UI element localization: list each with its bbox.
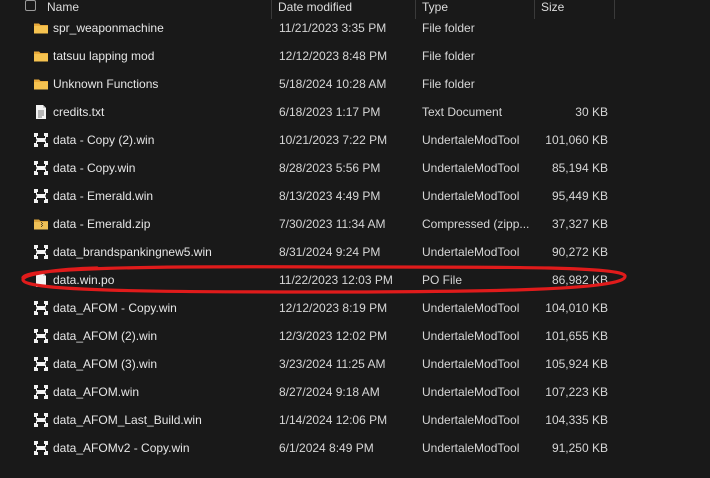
file-date-modified: 12/12/2023 8:48 PM	[279, 49, 388, 63]
file-type: File folder	[422, 77, 475, 91]
file-row[interactable]: data.win.po 11/22/2023 12:03 PM PO File 86,…	[0, 266, 710, 294]
file-size: 91,250 KB	[551, 441, 608, 455]
file-row[interactable]: data - Emerald.win 8/13/2023 4:49 PM Under…	[0, 182, 710, 210]
zip-folder-icon	[33, 216, 49, 232]
file-date-modified: 10/21/2023 7:22 PM	[279, 133, 388, 147]
file-type: UndertaleModTool	[422, 385, 520, 399]
file-size: 107,223 KB	[545, 385, 608, 399]
file-size: 101,655 KB	[545, 329, 608, 343]
file-type: File folder	[422, 49, 475, 63]
file-size: 30 KB	[575, 105, 608, 119]
file-size: 85,194 KB	[551, 161, 608, 175]
file-name: Unknown Functions	[53, 77, 159, 91]
file-date-modified: 6/18/2023 1:17 PM	[279, 105, 381, 119]
file-name: data - Emerald.win	[53, 189, 154, 203]
undertale-mod-tool-icon	[33, 188, 49, 204]
file-row[interactable]: data_AFOMv2 - Copy.win 6/1/2024 8:49 PM Un…	[0, 434, 710, 462]
file-date-modified: 11/21/2023 3:35 PM	[279, 21, 387, 35]
file-name: data_AFOM (3).win	[53, 357, 158, 371]
file-type: UndertaleModTool	[422, 245, 520, 259]
undertale-mod-tool-icon	[33, 440, 49, 456]
file-row[interactable]: data_AFOM.win 8/27/2024 9:18 AM UndertaleM…	[0, 378, 710, 406]
blank-file-icon	[33, 272, 49, 288]
file-row[interactable]: Unknown Functions 5/18/2024 10:28 AM File …	[0, 70, 710, 98]
file-size: 104,010 KB	[545, 301, 608, 315]
file-row[interactable]: data_AFOM_Last_Build.win 1/14/2024 12:06 …	[0, 406, 710, 434]
file-date-modified: 11/22/2023 12:03 PM	[279, 273, 393, 287]
file-size	[540, 14, 608, 42]
file-name: data_AFOM (2).win	[53, 329, 158, 343]
file-size: 86,982 KB	[551, 273, 608, 287]
undertale-mod-tool-icon	[33, 356, 49, 372]
file-name: data_brandspankingnew5.win	[53, 245, 212, 259]
file-row[interactable]: tatsuu lapping mod 12/12/2023 8:48 PM File…	[0, 42, 710, 70]
file-name: data_AFOM - Copy.win	[53, 301, 177, 315]
file-row[interactable]: spr_weaponmachine 11/21/2023 3:35 PM File …	[0, 14, 710, 42]
file-date-modified: 7/30/2023 11:34 AM	[279, 217, 386, 231]
file-date-modified: 1/14/2024 12:06 PM	[279, 413, 388, 427]
folder-icon	[33, 76, 49, 92]
file-size	[540, 70, 608, 98]
file-date-modified: 8/31/2024 9:24 PM	[279, 245, 381, 259]
file-size: 90,272 KB	[551, 245, 608, 259]
file-size: 105,924 KB	[545, 357, 608, 371]
folder-icon	[33, 48, 49, 64]
select-all-checkbox[interactable]	[25, 0, 36, 11]
file-row[interactable]: data - Emerald.zip 7/30/2023 11:34 AM Comp…	[0, 210, 710, 238]
file-date-modified: 3/23/2024 11:25 AM	[279, 357, 386, 371]
file-row[interactable]: data_AFOM (2).win 12/3/2023 12:02 PM Under…	[0, 322, 710, 350]
file-date-modified: 5/18/2024 10:28 AM	[279, 77, 387, 91]
file-type: UndertaleModTool	[422, 413, 520, 427]
file-type: UndertaleModTool	[422, 357, 520, 371]
undertale-mod-tool-icon	[33, 384, 49, 400]
file-size: 37,327 KB	[551, 217, 608, 231]
file-type: UndertaleModTool	[422, 301, 520, 315]
file-name: spr_weaponmachine	[53, 21, 164, 35]
file-name: data - Copy (2).win	[53, 133, 155, 147]
undertale-mod-tool-icon	[33, 160, 49, 176]
file-name: tatsuu lapping mod	[53, 49, 155, 63]
file-row[interactable]: data - Copy (2).win 10/21/2023 7:22 PM Und…	[0, 126, 710, 154]
file-row[interactable]: credits.txt 6/18/2023 1:17 PM Text Documen…	[0, 98, 710, 126]
file-date-modified: 8/28/2023 5:56 PM	[279, 161, 381, 175]
file-row[interactable]: data_AFOM (3).win 3/23/2024 11:25 AM Under…	[0, 350, 710, 378]
file-size: 104,335 KB	[545, 413, 608, 427]
file-row[interactable]: data_brandspankingnew5.win 8/31/2024 9:24…	[0, 238, 710, 266]
file-name: data_AFOM_Last_Build.win	[53, 413, 202, 427]
file-size: 101,060 KB	[545, 133, 608, 147]
undertale-mod-tool-icon	[33, 244, 49, 260]
text-document-icon	[33, 104, 49, 120]
file-type: UndertaleModTool	[422, 189, 520, 203]
file-name: data_AFOMv2 - Copy.win	[53, 441, 190, 455]
file-type: UndertaleModTool	[422, 441, 520, 455]
file-type: UndertaleModTool	[422, 329, 520, 343]
file-name: data - Copy.win	[53, 161, 136, 175]
undertale-mod-tool-icon	[33, 328, 49, 344]
file-type: File folder	[422, 21, 475, 35]
file-name: data_AFOM.win	[53, 385, 140, 399]
file-type: Text Document	[422, 105, 503, 119]
file-row[interactable]: data - Copy.win 8/28/2023 5:56 PM Undertal…	[0, 154, 710, 182]
file-size: 95,449 KB	[551, 189, 608, 203]
file-type: PO File	[422, 273, 463, 287]
file-type: Compressed (zipp...	[422, 217, 530, 231]
file-size	[540, 42, 608, 70]
undertale-mod-tool-icon	[33, 412, 49, 428]
undertale-mod-tool-icon	[33, 132, 49, 148]
file-date-modified: 12/12/2023 8:19 PM	[279, 301, 388, 315]
file-name: data.win.po	[53, 273, 115, 287]
file-row[interactable]: data_AFOM - Copy.win 12/12/2023 8:19 PM Un…	[0, 294, 710, 322]
file-date-modified: 6/1/2024 8:49 PM	[279, 441, 374, 455]
file-name: credits.txt	[53, 105, 105, 119]
file-name: data - Emerald.zip	[53, 217, 151, 231]
file-date-modified: 12/3/2023 12:02 PM	[279, 329, 388, 343]
file-date-modified: 8/27/2024 9:18 AM	[279, 385, 380, 399]
file-type: UndertaleModTool	[422, 161, 520, 175]
file-date-modified: 8/13/2023 4:49 PM	[279, 189, 381, 203]
folder-icon	[33, 20, 49, 36]
file-type: UndertaleModTool	[422, 133, 520, 147]
undertale-mod-tool-icon	[33, 300, 49, 316]
